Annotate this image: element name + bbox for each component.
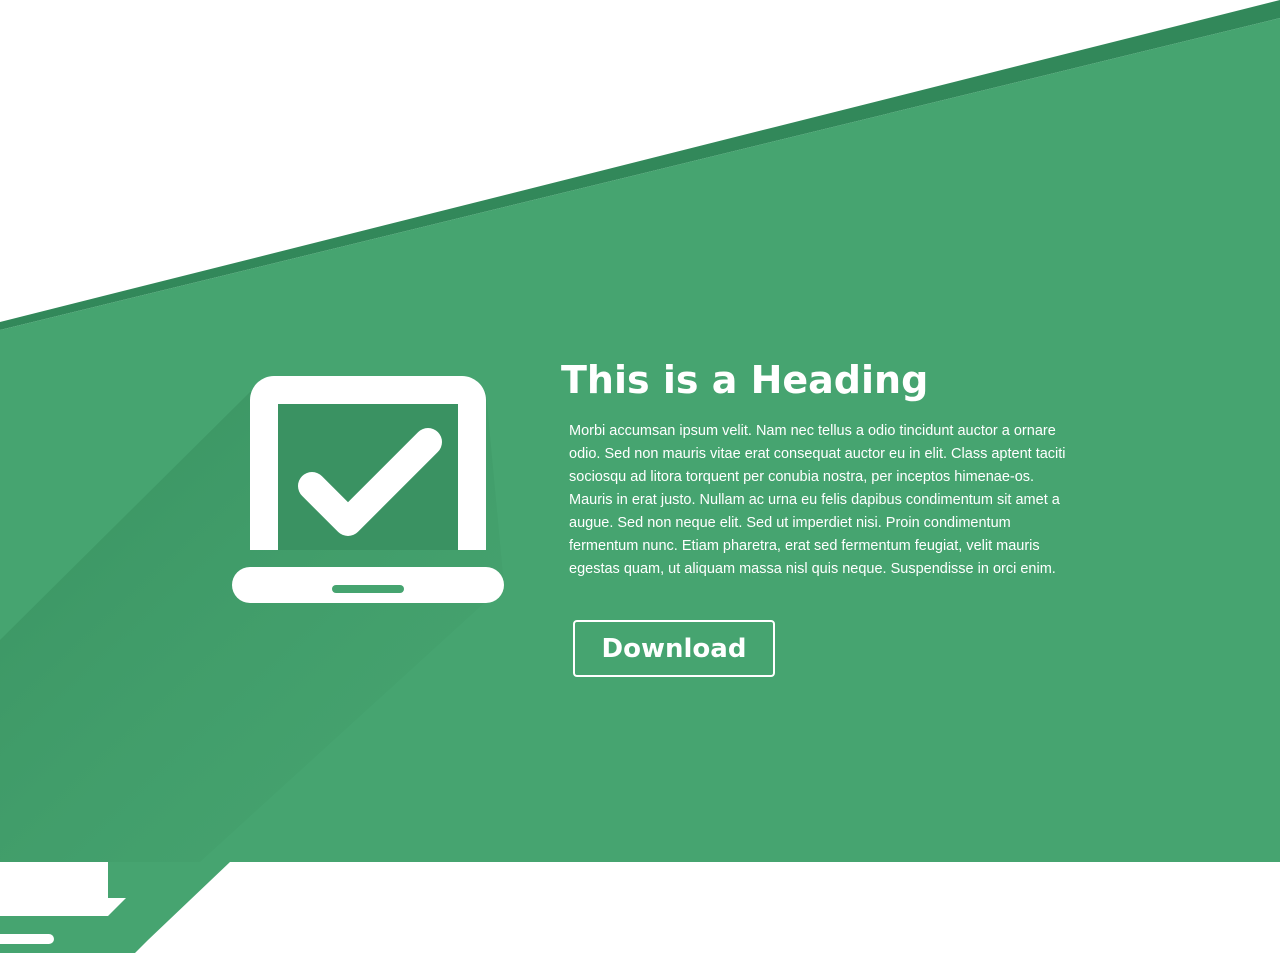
partial-laptop-icon — [0, 862, 230, 953]
page-heading: This is a Heading — [561, 358, 929, 402]
hero-section: This is a Heading Morbi accumsan ipsum v… — [0, 0, 1280, 953]
download-button[interactable]: Download — [573, 620, 775, 677]
body-paragraph: Morbi accumsan ipsum velit. Nam nec tell… — [569, 423, 1066, 577]
laptop-check-icon — [232, 376, 504, 603]
